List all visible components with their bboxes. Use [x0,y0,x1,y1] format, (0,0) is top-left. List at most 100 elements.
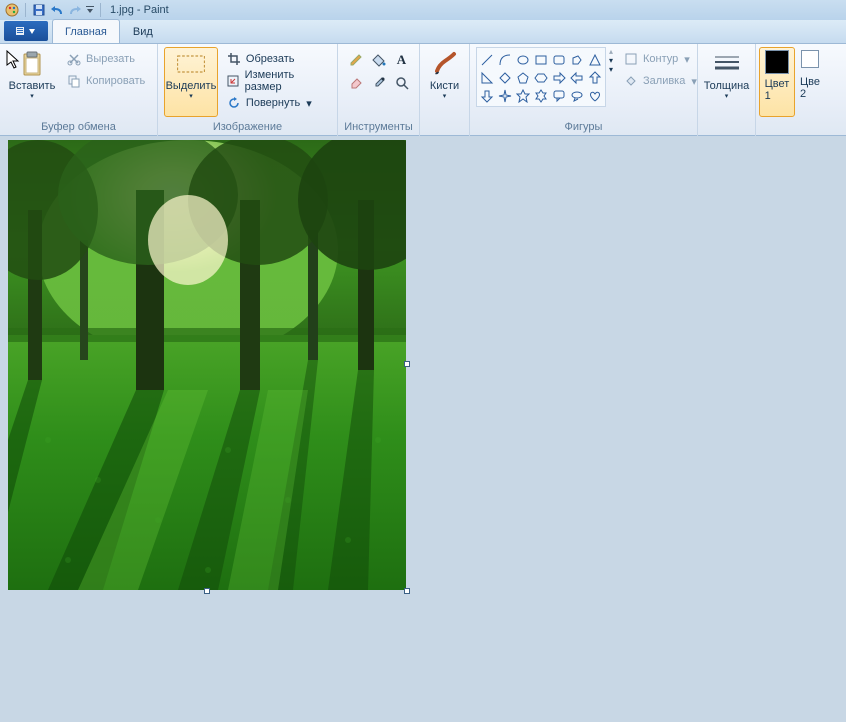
undo-icon[interactable] [49,2,65,18]
color2-swatch-icon [801,50,819,68]
shape-rect-icon[interactable] [532,51,550,69]
shape-callout-cloud-icon[interactable] [568,87,586,105]
group-shapes-label: Фигуры [470,121,697,136]
eraser-tool-icon[interactable] [345,72,367,94]
rotate-label: Повернуть [246,97,300,109]
resize-handle-right[interactable] [404,361,410,367]
tab-home[interactable]: Главная [52,19,120,43]
group-clipboard: Вставить ▾ Вырезать Копировать Буфер обм… [0,44,158,136]
dropdown-arrow-icon: ▾ [30,92,34,100]
group-tools-label: Инструменты [338,121,419,136]
scissors-icon [66,51,82,67]
group-thickness-label [698,121,755,136]
color2-label: Цве 2 [800,76,820,100]
group-image: Выделить ▾ Обрезать Изменить размер Пове… [158,44,338,136]
color1-button[interactable]: Цвет 1 [759,47,795,117]
rotate-button[interactable]: Повернуть ▾ [222,93,331,113]
shape-right-triangle-icon[interactable] [478,69,496,87]
clipboard-icon [16,50,48,78]
brushes-button[interactable]: Кисти ▾ [426,47,463,117]
color-picker-tool-icon[interactable] [368,72,390,94]
brush-icon [429,50,461,78]
dropdown-arrow-icon: ▾ [189,92,193,100]
color1-label: Цвет 1 [765,78,790,102]
file-menu-button[interactable] [4,21,48,41]
thickness-icon [711,50,743,78]
shape-arrow-left-icon[interactable] [568,69,586,87]
shape-curve-icon[interactable] [496,51,514,69]
group-colors-label [756,121,846,136]
paint-app-icon [4,2,20,18]
shape-roundrect-icon[interactable] [550,51,568,69]
shape-arrow-down-icon[interactable] [478,87,496,105]
tab-view[interactable]: Вид [120,19,166,43]
fill-label: Заливка [643,75,685,87]
dropdown-arrow-icon: ▾ [306,97,312,110]
select-button[interactable]: Выделить ▾ [164,47,218,117]
shapes-gallery[interactable] [476,47,606,107]
select-label: Выделить [166,80,217,92]
tab-bar: Главная Вид [0,20,846,44]
tab-view-label: Вид [133,26,153,38]
shape-triangle-icon[interactable] [586,51,604,69]
shape-diamond-icon[interactable] [496,69,514,87]
rotate-icon [226,95,242,111]
save-icon[interactable] [31,2,47,18]
chevron-up-icon[interactable]: ▴ [609,47,613,56]
dropdown-arrow-icon: ▾ [725,92,729,100]
shape-callout-round-icon[interactable] [550,87,568,105]
fill-tool-icon[interactable] [368,49,390,71]
fill-button[interactable]: Заливка ▾ [619,71,701,91]
crop-button[interactable]: Обрезать [222,49,331,69]
copy-button[interactable]: Копировать [62,71,149,91]
dropdown-arrow-icon: ▾ [443,92,447,100]
shape-line-icon[interactable] [478,51,496,69]
outline-button[interactable]: Контур ▾ [619,49,701,69]
pencil-tool-icon[interactable] [345,49,367,71]
cut-label: Вырезать [86,53,135,65]
fillbucket-icon [623,73,639,89]
color2-button[interactable]: Цве 2 [795,47,825,117]
canvas-area[interactable] [0,136,846,722]
copy-label: Копировать [86,75,145,87]
resize-handle-bottom[interactable] [204,588,210,594]
dropdown-arrow-icon: ▾ [684,53,690,66]
chevron-down-icon[interactable]: ▾ [609,56,613,65]
cut-button[interactable]: Вырезать [62,49,149,69]
group-shapes: ▴ ▾ ▾ Контур ▾ Заливка ▾ Фигуры [470,44,698,136]
shape-pentagon-icon[interactable] [514,69,532,87]
resize-button[interactable]: Изменить размер [222,71,331,91]
crop-label: Обрезать [246,53,295,65]
resize-icon [226,73,241,89]
thickness-button[interactable]: Толщина ▾ [703,47,751,117]
qat-customize-icon[interactable] [85,2,95,18]
window-title: 1.jpg - Paint [110,4,169,16]
shape-star5-icon[interactable] [514,87,532,105]
ribbon: Вставить ▾ Вырезать Копировать Буфер обм… [0,44,846,136]
shape-star6-icon[interactable] [532,87,550,105]
group-tools: A Инструменты [338,44,420,136]
brushes-label: Кисти [430,80,459,92]
text-tool-icon[interactable]: A [391,49,413,71]
shapes-gallery-scroll[interactable]: ▴ ▾ ▾ [609,47,613,74]
shape-oval-icon[interactable] [514,51,532,69]
shape-arrow-right-icon[interactable] [550,69,568,87]
shape-arrow-up-icon[interactable] [586,69,604,87]
redo-icon [67,2,83,18]
canvas-image[interactable] [8,140,406,590]
chevron-more-icon[interactable]: ▾ [609,65,613,74]
shape-polygon-icon[interactable] [568,51,586,69]
group-colors: Цвет 1 Цве 2 [756,44,846,136]
magnifier-tool-icon[interactable] [391,72,413,94]
resize-handle-corner[interactable] [404,588,410,594]
group-clipboard-label: Буфер обмена [0,121,157,136]
outline-label: Контур [643,53,678,65]
crop-icon [226,51,242,67]
shape-hexagon-icon[interactable] [532,69,550,87]
paste-button[interactable]: Вставить ▾ [6,47,58,117]
resize-label: Изменить размер [245,69,327,93]
shape-star4-icon[interactable] [496,87,514,105]
shape-heart-icon[interactable] [586,87,604,105]
thickness-label: Толщина [704,80,750,92]
dropdown-arrow-icon: ▾ [691,75,697,88]
